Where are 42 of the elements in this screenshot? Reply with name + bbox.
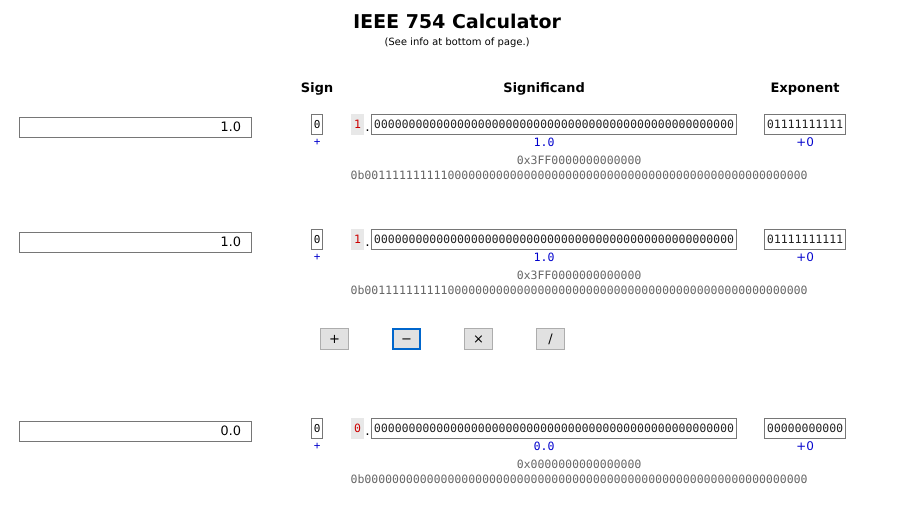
page-subtitle: (See info at bottom of page.)	[383, 36, 530, 50]
decimal-input[interactable]: 0.0	[19, 421, 252, 442]
operation-button[interactable]: /	[536, 328, 565, 350]
decimal-input[interactable]: 1.0	[19, 232, 252, 253]
significand-field[interactable]: 0000000000000000000000000000000000000000000000000000	[370, 114, 737, 135]
radix-point: .	[364, 234, 371, 250]
binary-value: 0b0000000000000000000000000000000000000000000000000000000000000000	[350, 472, 808, 487]
significand-value: 1.0	[534, 135, 554, 149]
significand-value: 0.0	[534, 439, 554, 453]
leading-bit: 1	[351, 114, 364, 135]
decimal-input[interactable]: 1.0	[19, 117, 252, 138]
radix-point: .	[364, 423, 371, 439]
sign-symbol: +	[314, 439, 320, 453]
exponent-field[interactable]: 01111111111	[764, 229, 846, 250]
binary-value: 0b0011111111110000000000000000000000000000000000000000000000000000	[350, 168, 808, 183]
sign-header: Sign	[300, 80, 334, 98]
significand-field[interactable]: 0000000000000000000000000000000000000000000000000000	[370, 229, 737, 250]
exponent-value: +0	[796, 439, 814, 453]
sign-bit-field[interactable]: 0	[310, 418, 324, 439]
significand-value: 1.0	[534, 250, 554, 264]
exponent-header: Exponent	[769, 80, 841, 98]
significand-field[interactable]: 0000000000000000000000000000000000000000000000000000	[370, 418, 737, 439]
operation-button[interactable]: −	[392, 328, 421, 350]
operation-button[interactable]: ×	[464, 328, 493, 350]
leading-bit: 1	[351, 229, 364, 250]
significand-header: Significand	[502, 80, 586, 98]
hex-value: 0x3FF0000000000000	[516, 268, 642, 283]
hex-value: 0x0000000000000000	[516, 457, 642, 472]
radix-point: .	[364, 119, 371, 135]
binary-value: 0b0011111111110000000000000000000000000000000000000000000000000000	[350, 283, 808, 298]
operation-button[interactable]: +	[320, 328, 349, 350]
page-title: IEEE 754 Calculator	[352, 10, 561, 34]
sign-bit-field[interactable]: 0	[310, 114, 324, 135]
exponent-value: +0	[796, 135, 814, 149]
leading-bit: 0	[351, 418, 364, 439]
sign-symbol: +	[314, 250, 320, 264]
exponent-field[interactable]: 00000000000	[764, 418, 846, 439]
exponent-field[interactable]: 01111111111	[764, 114, 846, 135]
sign-symbol: +	[314, 135, 320, 149]
sign-bit-field[interactable]: 0	[310, 229, 324, 250]
hex-value: 0x3FF0000000000000	[516, 153, 642, 168]
exponent-value: +0	[796, 250, 814, 264]
